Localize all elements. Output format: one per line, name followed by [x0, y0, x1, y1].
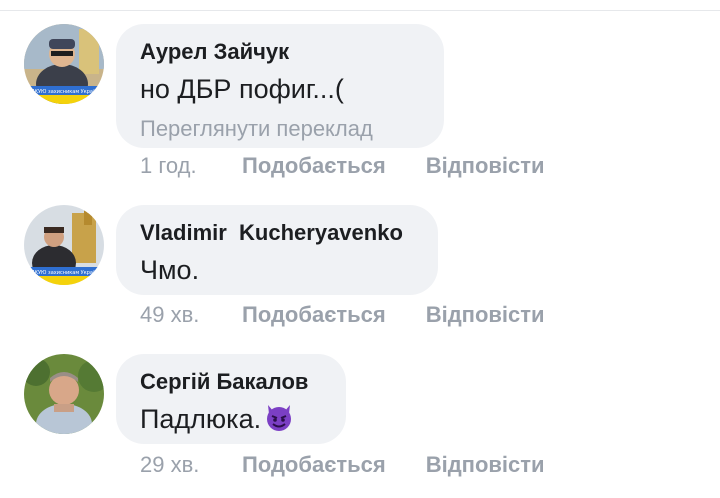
comment-actions: 29 хв. Подобається Відповісти — [140, 452, 545, 478]
comment-author[interactable]: Сергій Бакалов — [140, 368, 322, 396]
reply-button[interactable]: Відповісти — [426, 302, 545, 328]
smiling-devil-icon — [267, 405, 292, 431]
comment-bubble: Аурел Зайчук но ДБР пофиг...( Переглянут… — [116, 24, 444, 148]
avatar-banner: ДЯКУЮ захисникам України — [27, 89, 101, 95]
comment-text: Чмо. — [140, 255, 200, 285]
like-button[interactable]: Подобається — [242, 302, 386, 328]
comment-author[interactable]: Vladimir Kucheryavenko — [140, 219, 414, 247]
comment-text: Падлюка. — [140, 400, 322, 438]
comment-timestamp[interactable]: 49 хв. — [140, 302, 242, 328]
top-divider — [0, 10, 720, 11]
comment-timestamp[interactable]: 29 хв. — [140, 452, 242, 478]
avatar[interactable] — [24, 354, 104, 434]
comment-timestamp[interactable]: 1 год. — [140, 153, 242, 179]
reply-button[interactable]: Відповісти — [426, 153, 545, 179]
avatar[interactable]: ДЯКУЮ захисникам України — [24, 205, 104, 285]
comment-actions: 49 хв. Подобається Відповісти — [140, 302, 545, 328]
comment-bubble: Vladimir Kucheryavenko Чмо. — [116, 205, 438, 295]
avatar[interactable]: ДЯКУЮ захисникам України — [24, 24, 104, 104]
avatar-photo-icon — [24, 354, 104, 434]
comment-actions: 1 год. Подобається Відповісти — [140, 153, 545, 179]
like-button[interactable]: Подобається — [242, 452, 386, 478]
comment-bubble: Сергій Бакалов Падлюка. — [116, 354, 346, 444]
avatar-banner: ДЯКУЮ захисникам України — [27, 270, 101, 276]
reply-button[interactable]: Відповісти — [426, 452, 545, 478]
avatar-photo-icon: ДЯКУЮ захисникам України — [24, 205, 104, 285]
see-translation-link[interactable]: Переглянути переклад — [140, 114, 420, 144]
comment-text-content: Падлюка. — [140, 404, 262, 434]
like-button[interactable]: Подобається — [242, 153, 386, 179]
comment-author[interactable]: Аурел Зайчук — [140, 38, 420, 66]
comment-text: но ДБР пофиг...( — [140, 74, 344, 104]
avatar-photo-icon: ДЯКУЮ захисникам України — [24, 24, 104, 104]
